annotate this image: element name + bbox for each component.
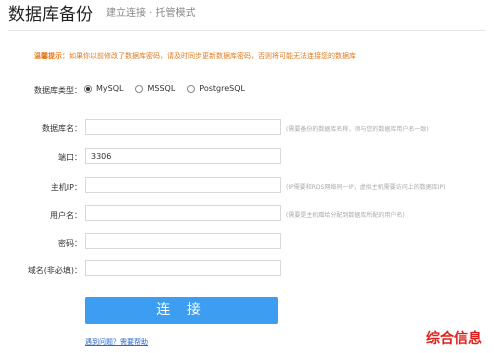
radio-mssql-dot[interactable] — [135, 84, 144, 93]
password-label: 密码： — [58, 239, 82, 248]
radio-mssql-label: MSSQL — [147, 84, 176, 93]
dbname-input[interactable] — [85, 119, 281, 135]
dbtype-label: 数据库类型： — [34, 86, 82, 95]
radio-postgresql[interactable]: PostgreSQL — [187, 84, 245, 93]
dbname-hint: (需要备份的数据库名称，须与您的数据库用户名一致) — [286, 126, 429, 133]
page-subtitle: 建立连接 · 托管模式 — [106, 8, 196, 19]
help-link[interactable]: 遇到问题？需要帮助 — [85, 337, 148, 347]
user-label: 用户名： — [50, 211, 82, 220]
page-title: 数据库备份 — [8, 5, 93, 25]
host-label: 主机IP： — [50, 183, 82, 192]
notice-label: 温馨提示： — [34, 52, 69, 60]
notice-bar: 温馨提示：如果你以前修改了数据库密码，请及时同步更新数据库密码，否则将可能无法连… — [34, 51, 474, 61]
host-hint: (IP需要和RDS网络同一IP，虚拟主机需要访问上的数据库IP) — [286, 184, 446, 191]
dbname-label: 数据库名： — [42, 124, 82, 133]
connect-button[interactable]: 连 接 — [85, 297, 278, 324]
radio-mysql-label: MySQL — [96, 84, 124, 93]
notice-text: 如果你以前修改了数据库密码，请及时同步更新数据库密码，否则将可能无法连接您的数据… — [69, 52, 356, 60]
host-input[interactable] — [85, 177, 281, 193]
user-input[interactable] — [85, 205, 281, 221]
port-label: 端口： — [58, 153, 82, 162]
title-divider — [8, 30, 486, 31]
radio-postgresql-label: PostgreSQL — [199, 84, 245, 93]
dbtype-radio-group: MySQL MSSQL PostgreSQL — [84, 84, 245, 93]
password-input[interactable] — [85, 233, 281, 249]
radio-postgresql-dot[interactable] — [187, 84, 196, 93]
domain-label: 域名(非必填)： — [27, 266, 82, 275]
port-input[interactable]: 3306 — [85, 148, 281, 164]
radio-mysql-dot[interactable] — [84, 84, 92, 93]
brand-watermark: 综合信息 — [426, 331, 482, 347]
domain-input[interactable] — [85, 260, 281, 276]
radio-mssql[interactable]: MSSQL — [135, 84, 175, 93]
radio-mysql[interactable]: MySQL — [84, 84, 123, 93]
user-hint: (需要是主机赠给分配到数据库所配的用户名) — [286, 212, 405, 219]
